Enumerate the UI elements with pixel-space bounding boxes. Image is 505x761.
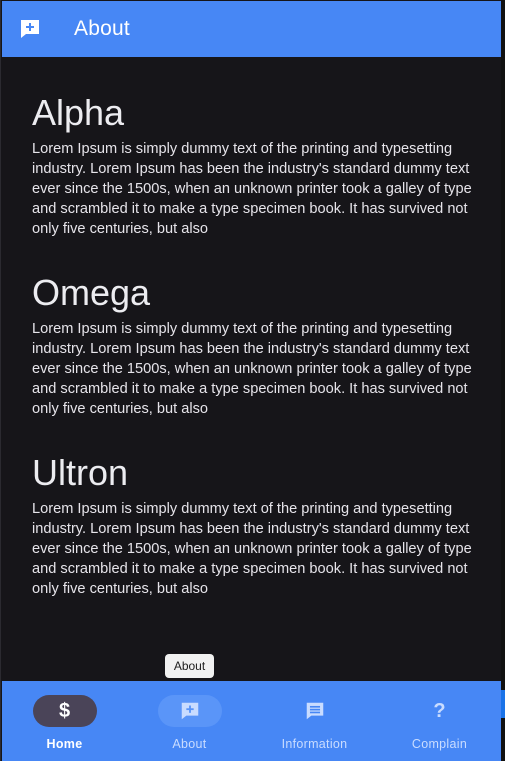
nav-icon-wrap: ? bbox=[408, 695, 472, 727]
page-title: About bbox=[74, 17, 130, 40]
bottom-navigation: $ Home About Information ? Complain bbox=[2, 681, 502, 761]
content-area: Alpha Lorem Ipsum is simply dummy text o… bbox=[32, 92, 477, 599]
active-indicator: $ bbox=[32, 695, 97, 727]
question-icon: ? bbox=[433, 700, 446, 722]
nav-item-about[interactable]: About bbox=[127, 681, 252, 761]
section-body: Lorem Ipsum is simply dummy text of the … bbox=[32, 321, 472, 417]
section-omega: Omega Lorem Ipsum is simply dummy text o… bbox=[32, 272, 477, 419]
section-heading: Omega bbox=[32, 272, 151, 313]
nav-label-information: Information bbox=[281, 737, 348, 751]
app-window: About Alpha Lorem Ipsum is simply dummy … bbox=[0, 0, 502, 761]
nav-icon-wrap bbox=[283, 695, 347, 727]
section-heading: Alpha bbox=[32, 92, 125, 133]
comment-icon bbox=[306, 702, 323, 720]
top-app-bar: About bbox=[2, 1, 502, 57]
edge-accent bbox=[501, 690, 505, 718]
add-comment-icon bbox=[181, 702, 198, 720]
nav-item-complain[interactable]: ? Complain bbox=[377, 681, 502, 761]
hover-indicator bbox=[157, 695, 222, 727]
window-edge bbox=[501, 0, 505, 761]
section-ultron: Ultron Lorem Ipsum is simply dummy text … bbox=[32, 452, 477, 599]
section-heading: Ultron bbox=[32, 452, 129, 493]
nav-label-about: About bbox=[172, 737, 207, 751]
section-body: Lorem Ipsum is simply dummy text of the … bbox=[32, 501, 472, 597]
nav-item-home[interactable]: $ Home bbox=[2, 681, 127, 761]
tooltip: About bbox=[165, 654, 214, 678]
nav-item-information[interactable]: Information bbox=[252, 681, 377, 761]
section-alpha: Alpha Lorem Ipsum is simply dummy text o… bbox=[32, 92, 477, 239]
add-comment-icon[interactable] bbox=[2, 1, 58, 57]
nav-label-complain: Complain bbox=[411, 737, 468, 751]
nav-label-home: Home bbox=[46, 737, 83, 751]
dollar-icon: $ bbox=[58, 700, 71, 722]
section-body: Lorem Ipsum is simply dummy text of the … bbox=[32, 141, 472, 237]
